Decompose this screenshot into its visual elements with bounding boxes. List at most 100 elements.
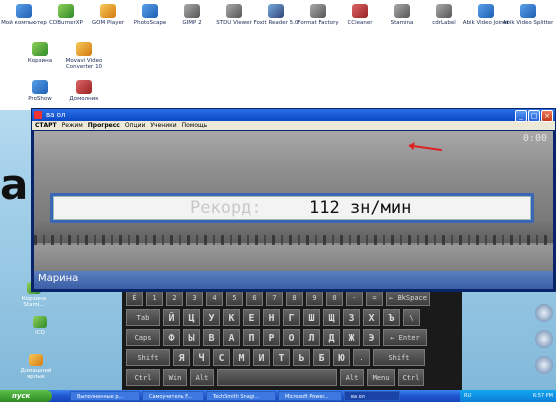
player-icon	[100, 4, 116, 18]
key[interactable]: Й	[163, 309, 180, 326]
gadget-icon[interactable]	[535, 304, 553, 322]
menu-bar: СТАРТ Режим Прогресс Опции Ученики Помощ…	[32, 121, 555, 130]
shift-key[interactable]: Shift	[126, 349, 170, 366]
alt-key[interactable]: Alt	[190, 369, 214, 386]
desktop-icon-folder[interactable]: Домолник	[58, 80, 110, 102]
keyboard-row-3: Caps Ф Ы В А П Р О Л Д Ж Э ← Enter	[126, 329, 427, 346]
key[interactable]: П	[243, 329, 260, 346]
key[interactable]: Б	[313, 349, 330, 366]
gadget-icon[interactable]	[535, 356, 553, 374]
taskbar-item[interactable]: Самоучитель F...	[142, 391, 204, 401]
menu-options[interactable]: Опции	[125, 122, 146, 129]
stamina-icon	[394, 4, 410, 18]
caps-key[interactable]: Caps	[126, 329, 160, 346]
disc-icon	[58, 4, 74, 18]
desktop-icon-movavi[interactable]: Movavi Video Converter 10	[58, 42, 110, 70]
key[interactable]: С	[213, 349, 230, 366]
record-display: Рекорд: 112 зн/мин	[53, 196, 531, 220]
taskbar-item[interactable]: TechSmith Snagi...	[206, 391, 276, 401]
key[interactable]: М	[233, 349, 250, 366]
tab-key[interactable]: Tab	[126, 309, 160, 326]
menu-key[interactable]: Menu	[367, 369, 395, 386]
tray-clock: 6:57 PM	[532, 393, 553, 399]
ctrl-key[interactable]: Ctrl	[398, 369, 424, 386]
key[interactable]: А	[223, 329, 240, 346]
keyboard-row-2: Tab Й Ц У К Е Н Г Ш Щ З Х Ъ \	[126, 309, 420, 326]
key[interactable]: З	[343, 309, 360, 326]
key[interactable]: Ф	[163, 329, 180, 346]
enter-key[interactable]: ← Enter	[383, 329, 427, 346]
photo-icon	[142, 4, 158, 18]
key[interactable]: Щ	[323, 309, 340, 326]
key[interactable]: .	[353, 349, 370, 366]
maximize-button[interactable]: □	[528, 110, 540, 122]
key[interactable]: Ы	[183, 329, 200, 346]
key[interactable]: \	[403, 309, 420, 326]
video-icon	[478, 4, 494, 18]
label-icon	[436, 4, 452, 18]
key[interactable]: Ю	[333, 349, 350, 366]
key[interactable]: Н	[263, 309, 280, 326]
menu-start[interactable]: СТАРТ	[35, 122, 57, 129]
training-stage: 0:00 Рекорд: 112 зн/мин	[34, 131, 553, 289]
key[interactable]: У	[203, 309, 220, 326]
window-controls: _ □ ×	[515, 110, 553, 122]
minimize-button[interactable]: _	[515, 110, 527, 122]
onscreen-keyboard: Ё 1 2 3 4 5 6 7 8 9 0 - = ← BkSpace Tab …	[122, 286, 462, 390]
key[interactable]: О	[283, 329, 300, 346]
key[interactable]: Х	[363, 309, 380, 326]
recycle-bin-icon	[32, 42, 48, 56]
window-titlebar[interactable]: ва ол _ □ ×	[32, 109, 555, 122]
menu-mode[interactable]: Режим	[62, 122, 83, 129]
desktop-icon-home[interactable]: Домашний ярлык	[16, 354, 56, 380]
alt-key[interactable]: Alt	[340, 369, 364, 386]
proshow-icon	[32, 80, 48, 94]
key[interactable]: Ч	[193, 349, 210, 366]
record-panel: Рекорд: 112 зн/мин	[50, 193, 534, 223]
factory-icon	[310, 4, 326, 18]
app-icon	[34, 111, 42, 119]
key[interactable]: Ж	[343, 329, 360, 346]
key[interactable]: Ц	[183, 309, 200, 326]
key[interactable]: Д	[323, 329, 340, 346]
menu-help[interactable]: Помощь	[182, 122, 208, 129]
key[interactable]: Ъ	[383, 309, 400, 326]
desktop-icon-icq[interactable]: ICQ	[20, 316, 60, 336]
ctrl-key[interactable]: Ctrl	[126, 369, 160, 386]
taskbar: пуск Выполненные р... Самоучитель F... T…	[0, 390, 556, 402]
key[interactable]: Т	[273, 349, 290, 366]
win-key[interactable]: Win	[163, 369, 187, 386]
keyboard-row-4: Shift Я Ч С М И Т Ь Б Ю . Shift	[126, 349, 425, 366]
desktop-icon-abik-splitter[interactable]: Abik Video Splitter	[502, 4, 554, 26]
menu-students[interactable]: Ученики	[150, 122, 176, 129]
key[interactable]: Е	[243, 309, 260, 326]
record-label: Рекорд:	[190, 198, 262, 218]
desktop-area: Мой компьютер CDBurnerXP GOM Player Phot…	[0, 0, 556, 110]
taskbar-item[interactable]: Microsoft Power...	[278, 391, 342, 401]
key[interactable]: Р	[263, 329, 280, 346]
key[interactable]: В	[203, 329, 220, 346]
key[interactable]: Э	[363, 329, 380, 346]
menu-progress[interactable]: Прогресс	[88, 122, 120, 129]
key[interactable]: Ь	[293, 349, 310, 366]
close-button[interactable]: ×	[541, 110, 553, 122]
key[interactable]: Я	[173, 349, 190, 366]
key[interactable]: К	[223, 309, 240, 326]
key[interactable]: И	[253, 349, 270, 366]
taskbar-item-active[interactable]: ва ол	[344, 391, 400, 401]
computer-icon	[16, 4, 32, 18]
key[interactable]: Ш	[303, 309, 320, 326]
system-tray: RU 6:57 PM	[460, 390, 556, 402]
tray-language[interactable]: RU	[464, 393, 471, 399]
key[interactable]: Г	[283, 309, 300, 326]
space-key[interactable]	[217, 369, 337, 386]
taskbar-item[interactable]: Выполненные р...	[70, 391, 140, 401]
shift-key[interactable]: Shift	[373, 349, 425, 366]
gimp-icon	[184, 4, 200, 18]
start-button[interactable]: пуск	[0, 390, 52, 402]
gadget-icon[interactable]	[535, 330, 553, 348]
key[interactable]: Л	[303, 329, 320, 346]
icq-icon	[33, 316, 47, 328]
arrow-icon	[412, 144, 442, 152]
background-herd	[34, 235, 553, 245]
